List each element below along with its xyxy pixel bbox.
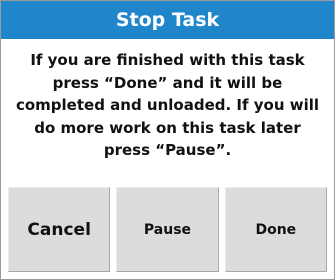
message-line: do more work on this task later xyxy=(34,118,301,137)
message-line: press “Pause”. xyxy=(103,141,232,159)
dialog-title: Stop Task xyxy=(1,1,334,39)
message-line: press “Done” and it will be xyxy=(52,73,283,92)
cancel-button-label: Cancel xyxy=(27,219,91,240)
pause-button[interactable]: Pause xyxy=(116,187,219,272)
message-line: completed and unloaded. If you will xyxy=(15,96,320,114)
message-line: If you are finished with this task xyxy=(30,51,305,69)
done-button[interactable]: Done xyxy=(224,187,327,272)
dialog-message: If you are finished with this task press… xyxy=(1,39,334,162)
pause-button-label: Pause xyxy=(143,221,192,238)
cancel-button[interactable]: Cancel xyxy=(8,187,111,272)
done-button-label: Done xyxy=(255,221,297,238)
dialog-button-row: Cancel Pause Done xyxy=(8,187,327,272)
stop-task-dialog: Stop Task If you are finished with this … xyxy=(0,0,335,280)
